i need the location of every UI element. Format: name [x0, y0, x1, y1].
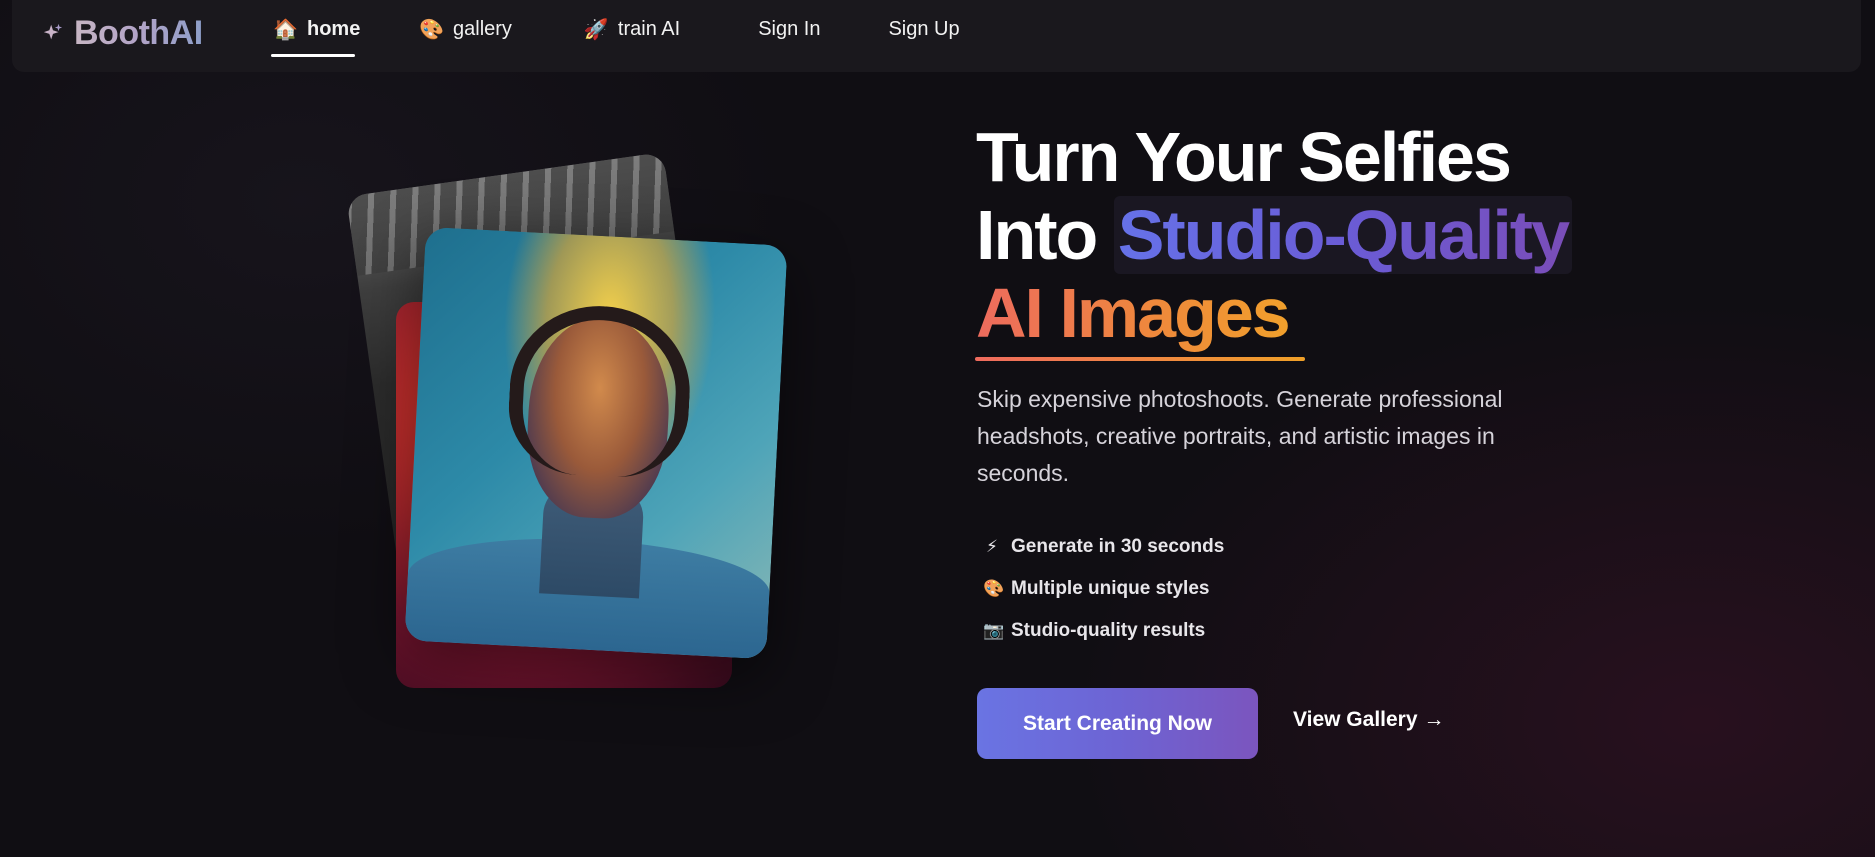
- palette-icon: 🎨: [419, 18, 444, 41]
- nav-gallery-tab[interactable]: 🎨 gallery: [405, 0, 526, 58]
- headline-highlight: Studio-Quality: [1117, 196, 1570, 274]
- lightning-icon: ⚡: [986, 537, 998, 556]
- feature-item: 🎨 Multiple unique styles: [983, 568, 1224, 610]
- headline-line-3: AI Images: [976, 274, 1676, 352]
- photo-hair: [505, 301, 695, 481]
- headline-into: Into: [976, 196, 1098, 274]
- rocket-icon: 🚀: [583, 18, 609, 41]
- headline-line-1: Turn Your Selfies: [976, 118, 1512, 196]
- brand-logo[interactable]: BoothAI: [42, 12, 203, 54]
- nav-links: 🏠 home 🎨 gallery 🚀 train AI Sign In Sign…: [259, 0, 974, 72]
- feature-text: Studio-quality results: [1011, 620, 1206, 641]
- nav-gallery-label: gallery: [453, 17, 512, 40]
- feature-item: ⚡ Generate in 30 seconds: [983, 526, 1224, 568]
- view-gallery-label: View Gallery: [1293, 708, 1418, 731]
- feature-text: Generate in 30 seconds: [1011, 536, 1225, 557]
- nav-home-tab[interactable]: 🏠 home: [259, 0, 367, 58]
- arrow-right-icon: →: [1423, 708, 1445, 731]
- hero-text: Turn Your Selfies Into Studio-Quality AI…: [976, 118, 1676, 352]
- feature-list: ⚡ Generate in 30 seconds 🎨 Multiple uniq…: [983, 526, 1224, 652]
- feature-item: 📷 Studio-quality results: [983, 610, 1224, 652]
- nav-home-label: home: [307, 17, 361, 40]
- nav-train-label: train AI: [617, 17, 681, 40]
- navbar: BoothAI 🏠 home 🎨 gallery 🚀 train AI Sign…: [12, 0, 1861, 72]
- nav-train-tab[interactable]: 🚀 train AI: [570, 0, 694, 58]
- brand-name: BoothAI: [74, 13, 203, 52]
- sparkles-icon: [43, 23, 63, 40]
- sign-up-link[interactable]: Sign Up: [874, 0, 973, 58]
- house-icon: 🏠: [273, 18, 298, 41]
- headline-underline: [975, 357, 1305, 361]
- headline-line-2: Into Studio-Quality: [976, 196, 1676, 274]
- hero-headline: Turn Your Selfies Into Studio-Quality AI…: [976, 118, 1676, 352]
- sign-in-link[interactable]: Sign In: [744, 0, 834, 58]
- headline-ai-images: AI Images: [976, 274, 1291, 352]
- view-gallery-link[interactable]: View Gallery →: [1293, 708, 1445, 732]
- start-creating-button[interactable]: Start Creating Now: [977, 688, 1258, 759]
- feature-text: Multiple unique styles: [1011, 578, 1210, 599]
- sample-photo-front: [404, 226, 788, 660]
- hero-subtitle: Skip expensive photoshoots. Generate pro…: [977, 386, 1503, 486]
- camera-icon: 📷: [983, 621, 1005, 640]
- palette-icon: 🎨: [983, 579, 1005, 598]
- headline-highlight-box: Studio-Quality: [1113, 196, 1573, 274]
